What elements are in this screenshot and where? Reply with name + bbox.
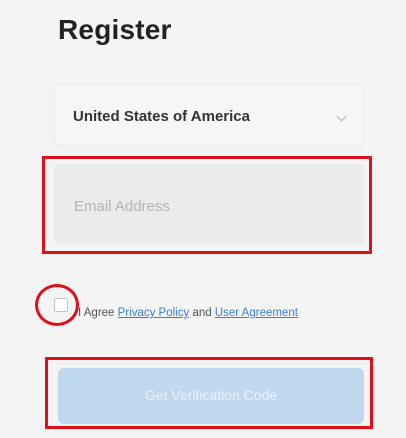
agree-connector: and <box>192 307 212 319</box>
page-title: Register <box>58 14 172 45</box>
get-verification-code-button[interactable]: Get Verification Code <box>58 368 364 424</box>
privacy-policy-link[interactable]: Privacy Policy <box>118 307 190 319</box>
email-field[interactable]: Email Address <box>54 164 364 244</box>
register-page: Register United States of America Email … <box>0 0 406 438</box>
country-select[interactable]: United States of America <box>54 84 364 146</box>
agreement-text: I Agree Privacy Policy and User Agreemen… <box>78 302 328 324</box>
country-select-value: United States of America <box>73 108 250 125</box>
chevron-down-icon <box>336 111 347 122</box>
agree-prefix: I Agree <box>78 307 115 319</box>
get-verification-code-label: Get Verification Code <box>144 387 278 403</box>
user-agreement-link[interactable]: User Agreement <box>215 307 298 319</box>
agree-checkbox[interactable] <box>54 298 68 312</box>
email-placeholder: Email Address <box>74 198 170 215</box>
